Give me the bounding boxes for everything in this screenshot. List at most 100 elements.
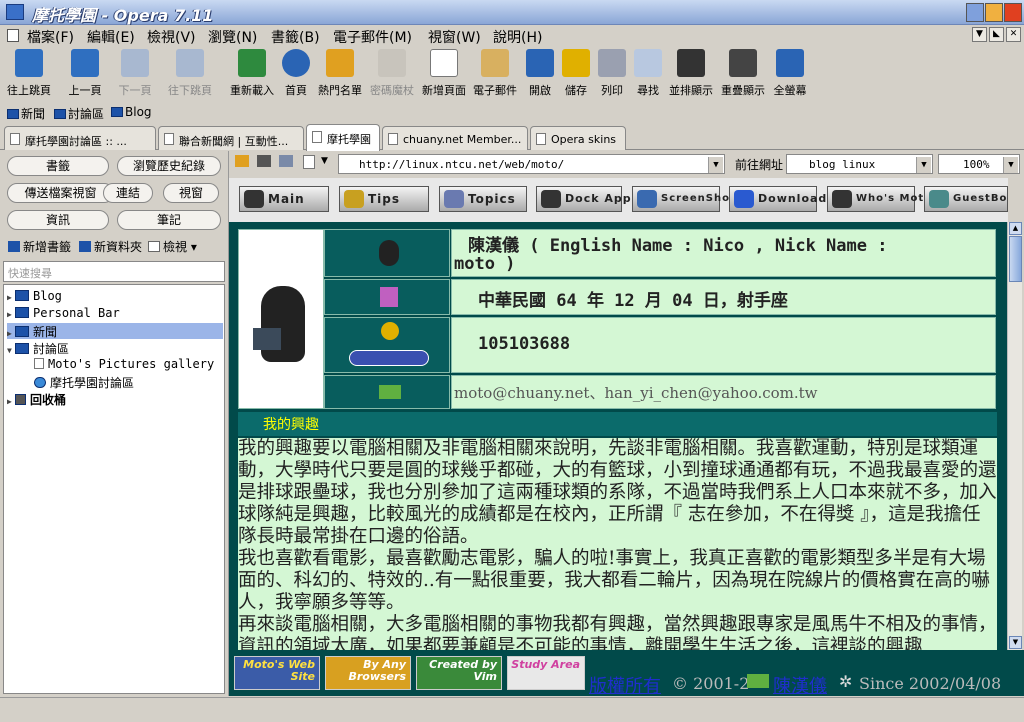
panel-bookmarks-button[interactable]: 書籤 bbox=[7, 156, 109, 176]
panel-links-button[interactable]: 連結 bbox=[103, 183, 153, 203]
nav-screenshot-button[interactable]: ScreenShot bbox=[632, 186, 735, 212]
zoom-select[interactable]: 100% ▼ bbox=[938, 154, 1020, 174]
tree-item-blog[interactable]: ▶ Blog bbox=[7, 289, 62, 305]
paragraph: 我的興趣要以電腦相關及非電腦相關來說明，先談非電腦相關。我喜歡運動，特別是球類運… bbox=[238, 438, 997, 547]
vertical-scrollbar[interactable]: ▲ ▼ bbox=[1007, 222, 1022, 650]
zoom-dropdown-icon[interactable]: ▼ bbox=[1003, 157, 1018, 173]
panel-history-button[interactable]: 瀏覽歷史紀錄 bbox=[117, 156, 221, 176]
folder-icon bbox=[54, 109, 66, 119]
wand-button[interactable]: 密碼魔杖 bbox=[369, 49, 415, 98]
hotlist-button[interactable]: 熱門名單 bbox=[317, 49, 363, 98]
nav-topics-button[interactable]: Topics bbox=[439, 186, 527, 212]
bookmark-forum[interactable]: 討論區 bbox=[54, 105, 104, 122]
menu-email[interactable]: 電子郵件(M) bbox=[333, 27, 412, 47]
print-icon[interactable] bbox=[257, 155, 271, 167]
folder-icon bbox=[15, 307, 29, 318]
view-menu-button[interactable]: 檢視 ▾ bbox=[148, 238, 197, 255]
menu-window[interactable]: 視窗(W) bbox=[428, 27, 481, 47]
new-page-icon bbox=[430, 49, 458, 77]
menu-file[interactable]: 檔案(F) bbox=[27, 27, 74, 47]
search-dropdown-icon[interactable]: ▼ bbox=[916, 157, 931, 173]
minimize-button[interactable] bbox=[966, 3, 984, 22]
rewind-button[interactable]: 往上跳頁 bbox=[6, 49, 52, 98]
doc-restore-button[interactable]: ◣ bbox=[989, 27, 1004, 42]
page-menu-icon[interactable] bbox=[303, 155, 315, 169]
menu-navigate[interactable]: 瀏覽(N) bbox=[208, 27, 257, 47]
tab-chuany-member[interactable]: chuany.net Member... bbox=[382, 126, 528, 150]
fullscreen-button[interactable]: 全螢幕 bbox=[772, 49, 808, 98]
moto-website-badge[interactable]: Moto's Web Site bbox=[234, 656, 320, 690]
rewind-icon bbox=[15, 49, 43, 77]
save-button[interactable]: 儲存 bbox=[562, 49, 590, 98]
tree-item-news[interactable]: ▶ 新聞 bbox=[7, 323, 223, 339]
home-button[interactable]: 首頁 bbox=[282, 49, 310, 98]
new-bookmark-button[interactable]: 新增書籤 bbox=[8, 238, 71, 255]
cascade-button[interactable]: 重疊顯示 bbox=[720, 49, 766, 98]
find-button[interactable]: 尋找 bbox=[634, 49, 662, 98]
menu-view[interactable]: 檢視(V) bbox=[147, 27, 196, 47]
new-folder-button[interactable]: 新資料夾 bbox=[79, 238, 142, 255]
nav-dockapps-button[interactable]: Dock Apps bbox=[536, 186, 638, 212]
menu-bookmarks[interactable]: 書籤(B) bbox=[271, 27, 320, 47]
scroll-down-icon[interactable]: ▼ bbox=[1009, 636, 1022, 649]
bookmark-news[interactable]: 新聞 bbox=[7, 105, 45, 122]
folder-icon bbox=[7, 109, 19, 119]
tree-item-trash[interactable]: ▶ 回收桶 bbox=[7, 391, 66, 407]
panel-windows-button[interactable]: 視窗 bbox=[163, 183, 219, 203]
study-area-badge[interactable]: Study Area bbox=[507, 656, 585, 690]
tree-item-forum[interactable]: ▼ 討論區 bbox=[7, 340, 69, 356]
envelope-icon bbox=[747, 674, 769, 688]
tab-moto-school[interactable]: 摩托學園 bbox=[306, 124, 380, 151]
nav-main-button[interactable]: Main bbox=[239, 186, 329, 212]
menu-edit[interactable]: 編輯(E) bbox=[87, 27, 135, 47]
scroll-up-icon[interactable]: ▲ bbox=[1009, 222, 1022, 235]
icq-status-button[interactable] bbox=[349, 350, 429, 366]
panel-transfers-button[interactable]: 傳送檔案視窗 bbox=[7, 183, 114, 203]
fast-forward-button[interactable]: 往下跳頁 bbox=[167, 49, 213, 98]
nav-whosmoto-button[interactable]: Who's Moto bbox=[827, 186, 931, 212]
open-button[interactable]: 開啟 bbox=[526, 49, 554, 98]
menu-help[interactable]: 說明(H) bbox=[493, 27, 542, 47]
page-icon bbox=[10, 133, 20, 145]
panel-info-button[interactable]: 資訊 bbox=[7, 210, 109, 230]
tree-item-pictures[interactable]: Moto's Pictures gallery bbox=[34, 357, 214, 373]
url-field[interactable]: http://linux.ntcu.net/web/moto/▼ bbox=[338, 154, 725, 174]
doc-minimize-button[interactable]: ▼ bbox=[972, 27, 987, 42]
back-button[interactable]: 上一頁 bbox=[65, 49, 105, 98]
author-link[interactable]: 陳漢儀 bbox=[773, 672, 827, 698]
copyright-link[interactable]: 版權所有 bbox=[589, 672, 661, 698]
close-button[interactable] bbox=[1004, 3, 1022, 22]
tile-button[interactable]: 並排顯示 bbox=[668, 49, 714, 98]
maximize-button[interactable] bbox=[985, 3, 1003, 22]
quick-search-input[interactable]: 快速搜尋 bbox=[3, 261, 225, 282]
tab-opera-skins[interactable]: Opera skins bbox=[530, 126, 626, 150]
menu-bar: 檔案(F) 編輯(E) 檢視(V) 瀏覽(N) 書籤(B) 電子郵件(M) 視窗… bbox=[0, 25, 1024, 47]
reload-button[interactable]: 重新載入 bbox=[228, 49, 276, 98]
lock-icon[interactable] bbox=[235, 155, 249, 167]
scroll-thumb[interactable] bbox=[1009, 236, 1022, 282]
nav-guestbook-button[interactable]: GuestBook bbox=[924, 186, 1008, 212]
tree-item-personal-bar[interactable]: ▶ Personal Bar bbox=[7, 306, 120, 322]
bookmark-blog[interactable]: Blog bbox=[111, 105, 152, 119]
panel-notes-button[interactable]: 筆記 bbox=[117, 210, 221, 230]
any-browser-badge[interactable]: By Any Browsers bbox=[325, 656, 411, 690]
doc-close-button[interactable]: ✕ bbox=[1006, 27, 1021, 42]
email-button[interactable]: 電子郵件 bbox=[472, 49, 518, 98]
nav-tips-button[interactable]: Tips bbox=[339, 186, 429, 212]
vim-badge[interactable]: Created by Vim bbox=[416, 656, 502, 690]
collapse-icon: ▼ bbox=[7, 346, 12, 355]
url-dropdown-icon[interactable]: ▼ bbox=[708, 157, 723, 173]
nav-download-button[interactable]: Download bbox=[729, 186, 826, 212]
chevron-down-icon[interactable]: ▼ bbox=[321, 156, 328, 166]
bookmark-bar: 新聞 討論區 Blog bbox=[0, 103, 1024, 123]
new-page-button[interactable]: 新增頁面 bbox=[421, 49, 467, 98]
paragraph: 我也喜歡看電影，最喜歡勵志電影，騙人的啦!事實上，我真正喜歡的電影類型多半是有大… bbox=[238, 548, 990, 613]
print-button[interactable]: 列印 bbox=[598, 49, 626, 98]
tree-item-moto-forum[interactable]: 摩托學園討論區 bbox=[34, 374, 134, 390]
search-field[interactable]: blog linux ▼ bbox=[786, 154, 933, 174]
page-icon bbox=[164, 133, 174, 145]
forward-button[interactable]: 下一頁 bbox=[115, 49, 155, 98]
tab-moto-forum[interactable]: 摩托學園討論區 :: ... bbox=[4, 126, 156, 150]
wand-icon[interactable] bbox=[279, 155, 293, 167]
tab-udn-news[interactable]: 聯合新聞網 | 互動性... bbox=[158, 126, 304, 150]
